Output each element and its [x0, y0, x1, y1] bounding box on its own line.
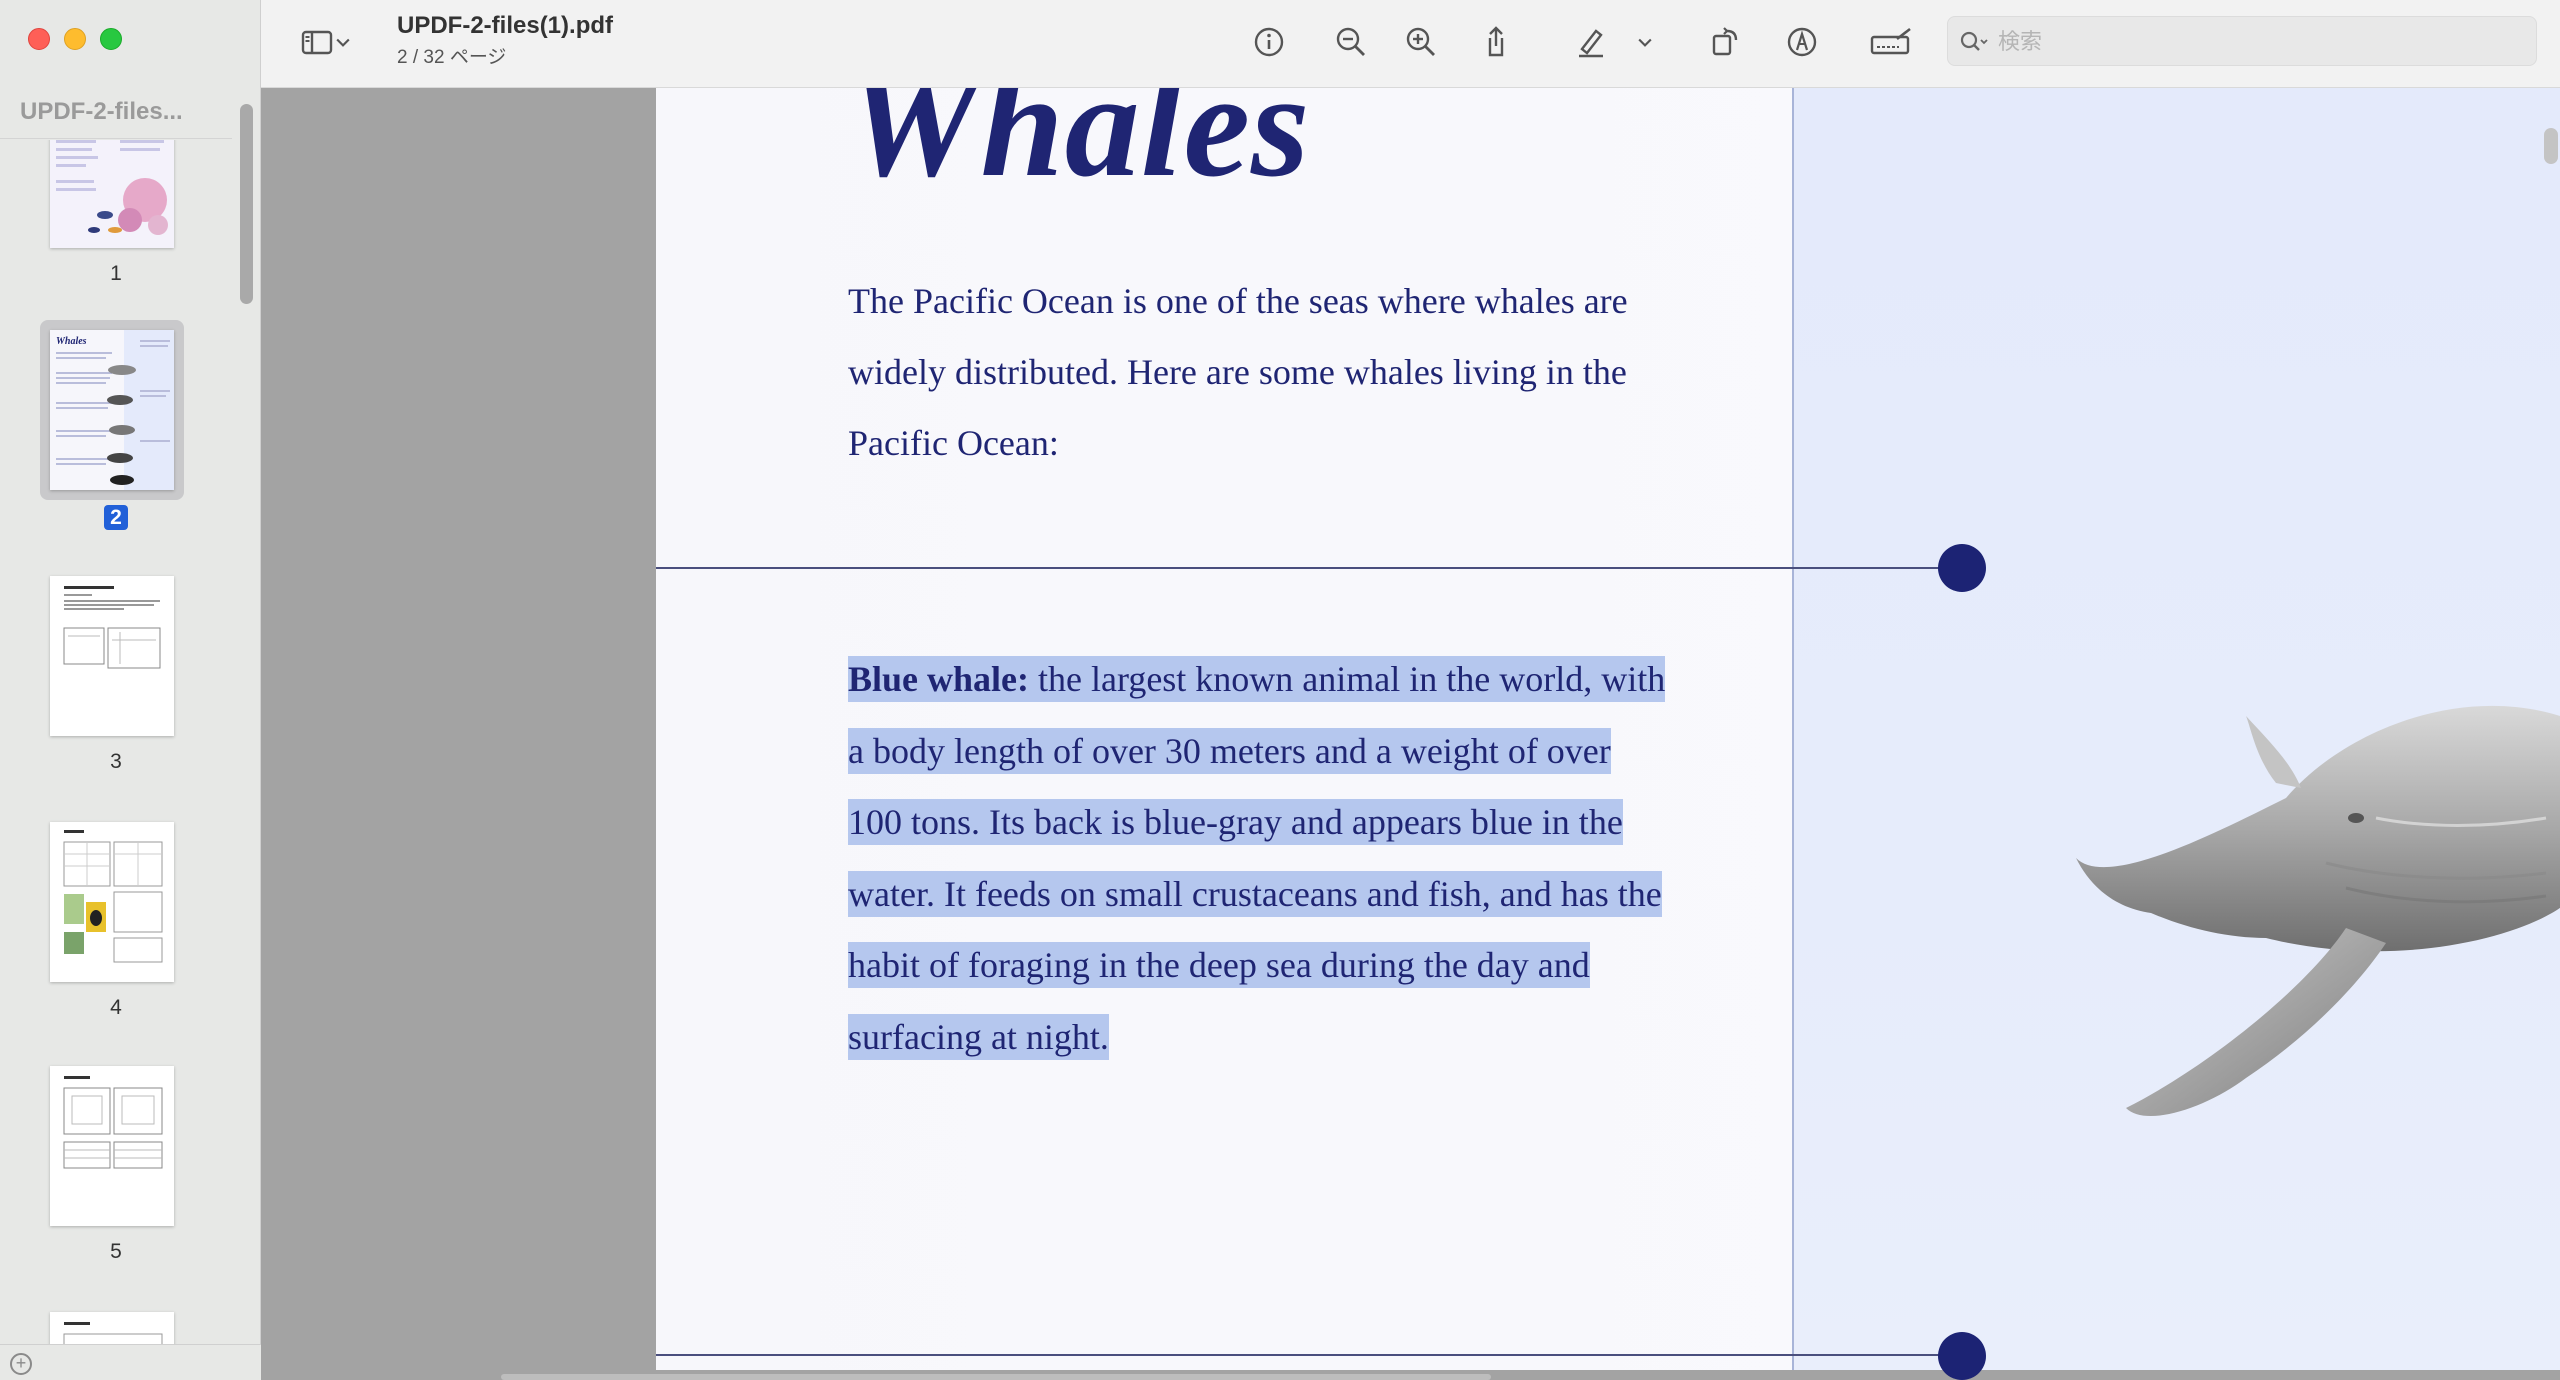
highlighter-icon[interactable]: [1571, 22, 1611, 62]
markup-icon[interactable]: [1782, 22, 1822, 62]
thumbnail-list[interactable]: 1 Whales 2 3 4 5: [0, 140, 232, 1344]
search-input[interactable]: [1998, 27, 2518, 57]
toolbar: UPDF-2-files(1).pdf 2 / 32 ページ: [261, 0, 2560, 88]
minimize-window-button[interactable]: [64, 28, 86, 50]
zoom-window-button[interactable]: [100, 28, 122, 50]
thumbnail-label-3: 3: [110, 750, 122, 773]
horizontal-scrollbar[interactable]: [501, 1374, 1491, 1380]
page-heading: Whales: [846, 88, 1311, 208]
thumbnail-label-5: 5: [110, 1240, 122, 1263]
thumbnail-label-4: 4: [110, 996, 122, 1019]
document-title: UPDF-2-files(1).pdf: [397, 12, 613, 39]
blue-whale-paragraph[interactable]: Blue whale: the largest known animal in …: [848, 644, 1668, 1073]
page-thumbnail-6[interactable]: [50, 1312, 174, 1344]
divider-line: [656, 567, 1941, 569]
thumbnail-label-2: 2: [0, 505, 232, 530]
vertical-scrollbar[interactable]: [2544, 128, 2558, 164]
divider-line: [656, 1354, 1941, 1356]
page-thumbnail-2[interactable]: Whales: [50, 330, 174, 490]
chevron-down-icon[interactable]: [1633, 22, 1657, 62]
zoom-out-icon[interactable]: [1331, 22, 1371, 62]
sidebar-footer: +: [0, 1344, 261, 1380]
page-thumbnail-1[interactable]: [50, 140, 174, 248]
close-window-button[interactable]: [28, 28, 50, 50]
share-icon[interactable]: [1476, 22, 1516, 62]
intro-paragraph: The Pacific Ocean is one of the seas whe…: [848, 281, 1628, 463]
add-icon[interactable]: +: [10, 1353, 32, 1375]
info-icon[interactable]: [1249, 22, 1289, 62]
document-view[interactable]: Whales The Pacific Ocean is one of the s…: [261, 88, 2560, 1380]
pdf-page[interactable]: Whales The Pacific Ocean is one of the s…: [656, 88, 2560, 1380]
search-field[interactable]: [1947, 16, 2537, 66]
timeline-dot: [1938, 1332, 1986, 1380]
rotate-icon[interactable]: [1706, 22, 1746, 62]
sidebar-scrollbar[interactable]: [240, 104, 253, 304]
blue-whale-label: Blue whale:: [848, 659, 1030, 699]
zoom-in-icon[interactable]: [1401, 22, 1441, 62]
page-indicator: 2 / 32 ページ: [397, 47, 507, 68]
chevron-down-icon[interactable]: [331, 22, 355, 62]
sidebar-title: UPDF-2-files...: [20, 98, 183, 125]
window-controls: [28, 28, 122, 50]
signature-icon[interactable]: [1866, 22, 1916, 62]
blue-whale-text: the largest known animal in the world, w…: [848, 659, 1666, 1057]
search-icon: [1960, 31, 1988, 51]
divider: [0, 138, 232, 139]
page-thumbnail-5[interactable]: [50, 1066, 174, 1226]
thumbnail-label-1: 1: [110, 262, 122, 285]
svg-text:Whales: Whales: [56, 336, 87, 347]
whale-image: [2076, 705, 2560, 1117]
page-thumbnail-4[interactable]: [50, 822, 174, 982]
text-selection[interactable]: Blue whale: the largest known animal in …: [848, 656, 1666, 1060]
timeline-dot: [1938, 544, 1986, 592]
sidebar: UPDF-2-files... 1 Whales 2 3 4 5 +: [0, 0, 261, 1380]
page-thumbnail-3[interactable]: [50, 576, 174, 736]
